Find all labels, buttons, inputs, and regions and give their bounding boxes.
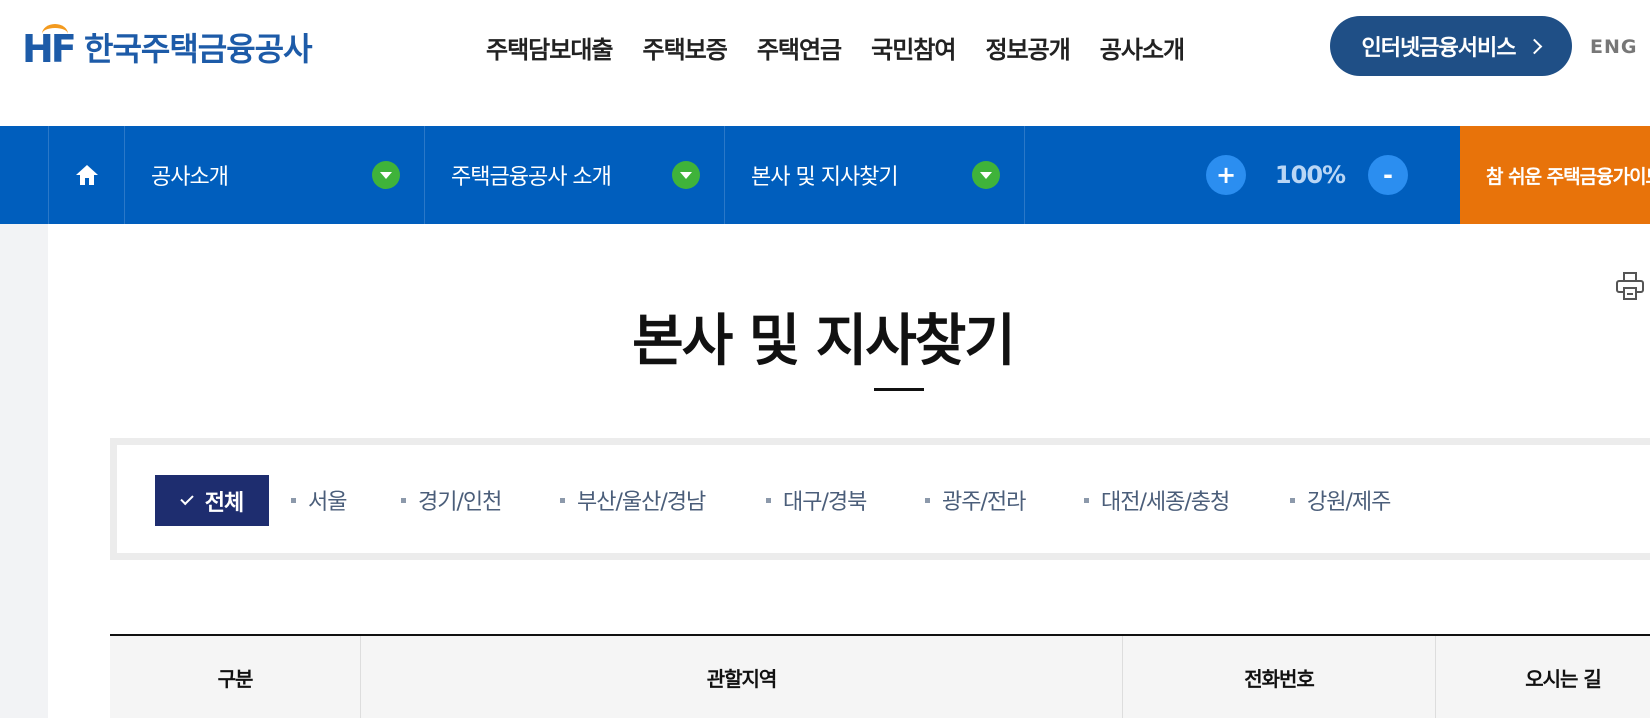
breadcrumb-dropdown-level2[interactable]: 주택금융공사 소개 xyxy=(424,126,724,224)
gnb-item-about[interactable]: 공사소개 xyxy=(1100,30,1185,70)
bullet-icon xyxy=(401,497,406,503)
region-tab-gyeonggi-incheon[interactable]: 경기/인천 xyxy=(401,475,502,525)
gnb-item-housing-guarantee[interactable]: 주택보증 xyxy=(642,30,727,70)
chevron-down-icon xyxy=(672,161,700,189)
region-tab-label: 대전/세종/충청 xyxy=(1101,490,1230,515)
bullet-icon xyxy=(560,497,565,503)
region-tab-gwangju-jeolla[interactable]: 광주/전라 xyxy=(925,475,1026,525)
logo-mark-text: HF xyxy=(22,27,77,71)
logo-text: 한국주택금융공사 xyxy=(84,30,313,68)
site-header: HF 한국주택금융공사 주택담보대출 주택보증 주택연금 국민참여 정보공개 공… xyxy=(0,0,1650,126)
check-icon xyxy=(180,491,194,506)
table-header-phone: 전화번호 xyxy=(1123,636,1436,718)
region-tab-label: 서울 xyxy=(308,490,347,515)
bullet-icon xyxy=(1290,497,1295,503)
breadcrumb-dropdown-level1[interactable]: 공사소개 xyxy=(124,126,424,224)
internet-finance-service-label: 인터넷금융서비스 xyxy=(1361,36,1517,61)
zoom-out-button[interactable]: - xyxy=(1368,155,1408,195)
region-tab-label: 전체 xyxy=(204,490,244,516)
region-tab-label: 강원/제주 xyxy=(1307,490,1391,515)
bullet-icon xyxy=(925,497,930,503)
internet-finance-service-button[interactable]: 인터넷금융서비스 xyxy=(1330,16,1572,76)
chevron-right-icon xyxy=(1527,38,1543,54)
left-gutter xyxy=(0,224,48,718)
region-tab-busan-ulsan-gyeongnam[interactable]: 부산/울산/경남 xyxy=(560,475,706,525)
gnb-item-mortgage-loan[interactable]: 주택담보대출 xyxy=(486,30,613,70)
chevron-down-icon xyxy=(972,161,1000,189)
breadcrumb-dropdown-label: 공사소개 xyxy=(151,165,229,190)
region-tabs: 전체 서울 경기/인천 부산/울산/경남 대구/경북 광주/전라 대전/세종/충… xyxy=(110,438,1650,560)
branch-table: 구분 관할지역 전화번호 오시는 길 xyxy=(110,634,1650,718)
logo-mark: HF xyxy=(22,24,77,71)
zoom-in-button[interactable]: + xyxy=(1206,155,1246,195)
gnb-item-housing-pension[interactable]: 주택연금 xyxy=(757,30,842,70)
table-header-category: 구분 xyxy=(110,636,361,718)
page-title: 본사 및 지사찾기 xyxy=(632,309,1016,374)
home-button[interactable] xyxy=(48,126,124,224)
global-nav: 주택담보대출 주택보증 주택연금 국민참여 정보공개 공사소개 xyxy=(486,30,1214,70)
chevron-down-icon xyxy=(372,161,400,189)
region-tab-label: 경기/인천 xyxy=(418,490,502,515)
region-tab-daegu-gyeongbuk[interactable]: 대구/경북 xyxy=(766,475,867,525)
easy-housing-finance-guide-link[interactable]: 참 쉬운 주택금융가이드 xyxy=(1460,126,1650,224)
title-underline xyxy=(874,388,924,391)
region-tab-gangwon-jeju[interactable]: 강원/제주 xyxy=(1290,475,1391,525)
region-tab-seoul[interactable]: 서울 xyxy=(291,475,347,525)
gnb-item-public-participation[interactable]: 국민참여 xyxy=(871,30,956,70)
table-header-jurisdiction: 관할지역 xyxy=(361,636,1123,718)
breadcrumb-dropdown-label: 주택금융공사 소개 xyxy=(451,165,612,190)
bullet-icon xyxy=(766,497,771,503)
region-tab-label: 대구/경북 xyxy=(783,490,867,515)
table-header-directions: 오시는 길 xyxy=(1525,666,1602,691)
print-icon[interactable] xyxy=(1616,272,1644,300)
region-tab-label: 부산/울산/경남 xyxy=(577,490,706,515)
language-eng-link[interactable]: ENG xyxy=(1590,30,1637,64)
breadcrumb-dropdown-label: 본사 및 지사찾기 xyxy=(751,165,899,190)
zoom-level: 100% xyxy=(1274,161,1346,189)
bullet-icon xyxy=(1084,497,1089,503)
bullet-icon xyxy=(291,497,296,503)
breadcrumb-dropdown-level3[interactable]: 본사 및 지사찾기 xyxy=(724,126,1024,224)
home-icon xyxy=(75,165,98,185)
site-logo[interactable]: HF 한국주택금융공사 xyxy=(22,24,313,71)
gnb-item-information-disclosure[interactable]: 정보공개 xyxy=(985,30,1070,70)
region-tab-all[interactable]: 전체 xyxy=(155,475,269,526)
region-tab-daejeon-sejong-chungcheong[interactable]: 대전/세종/충청 xyxy=(1084,475,1230,525)
region-tab-label: 광주/전라 xyxy=(942,490,1026,515)
